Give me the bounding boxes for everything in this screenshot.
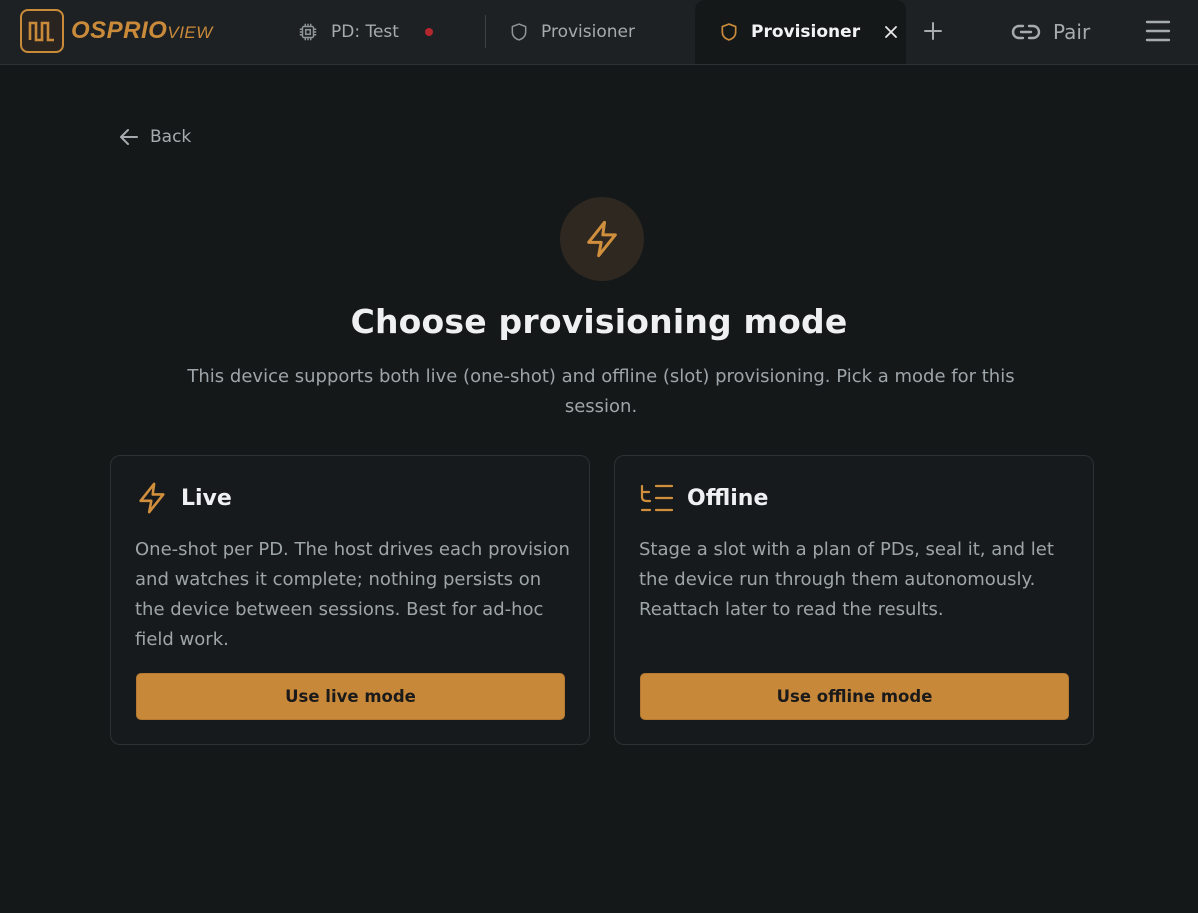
- logo-text-light: VIEW: [167, 23, 213, 42]
- close-tab-icon[interactable]: [884, 25, 898, 39]
- card-header: Live: [135, 480, 232, 516]
- top-bar: OSPRIO VIEW PD: Test Provisioner Provisi…: [0, 0, 1198, 65]
- hamburger-icon: [1145, 20, 1171, 42]
- tab-label: Provisioner: [751, 22, 861, 42]
- logo-wordmark: OSPRIO VIEW: [71, 17, 213, 45]
- card-title: Live: [181, 485, 232, 511]
- card-title: Offline: [687, 485, 769, 511]
- card-description: One-shot per PD. The host drives each pr…: [135, 539, 570, 650]
- lightning-icon: [560, 197, 644, 281]
- card-header: Offline: [639, 480, 768, 516]
- back-link[interactable]: Back: [118, 124, 191, 150]
- tab-provisioner[interactable]: Provisioner: [509, 0, 635, 64]
- app-logo[interactable]: OSPRIO VIEW: [20, 9, 213, 53]
- pair-label: Pair: [1053, 20, 1091, 44]
- shield-icon: [719, 22, 739, 42]
- use-offline-mode-button[interactable]: Use offline mode: [640, 673, 1069, 720]
- card-description: Stage a slot with a plan of PDs, seal it…: [639, 539, 1054, 620]
- arrow-left-icon: [118, 127, 140, 147]
- use-live-mode-button[interactable]: Use live mode: [136, 673, 565, 720]
- tab-divider: [485, 15, 486, 48]
- tab-label: Provisioner: [541, 22, 635, 42]
- tab-pd-test[interactable]: PD: Test: [297, 0, 433, 64]
- menu-button[interactable]: [1144, 17, 1172, 45]
- chip-icon: [297, 21, 319, 43]
- tab-provisioner-active[interactable]: Provisioner: [695, 0, 906, 64]
- mode-card-offline: Offline Stage a slot with a plan of PDs,…: [614, 455, 1094, 745]
- pair-button[interactable]: Pair: [1011, 15, 1090, 49]
- tab-label: PD: Test: [331, 22, 399, 42]
- page-title: Choose provisioning mode: [350, 302, 848, 341]
- back-label: Back: [150, 127, 192, 147]
- list-icon: [639, 483, 675, 513]
- shield-icon: [509, 22, 529, 42]
- page-subtitle: This device supports both live (one-shot…: [187, 366, 1015, 417]
- new-tab-button[interactable]: [920, 18, 946, 44]
- lightning-icon: [135, 481, 169, 515]
- plus-icon: [924, 22, 942, 40]
- unsaved-status-dot: [424, 28, 433, 36]
- link-icon: [1011, 21, 1041, 43]
- mode-card-live: Live One-shot per PD. The host drives ea…: [110, 455, 590, 745]
- logo-text-bold: OSPRIO: [71, 17, 168, 44]
- logo-mark-icon: [20, 9, 64, 53]
